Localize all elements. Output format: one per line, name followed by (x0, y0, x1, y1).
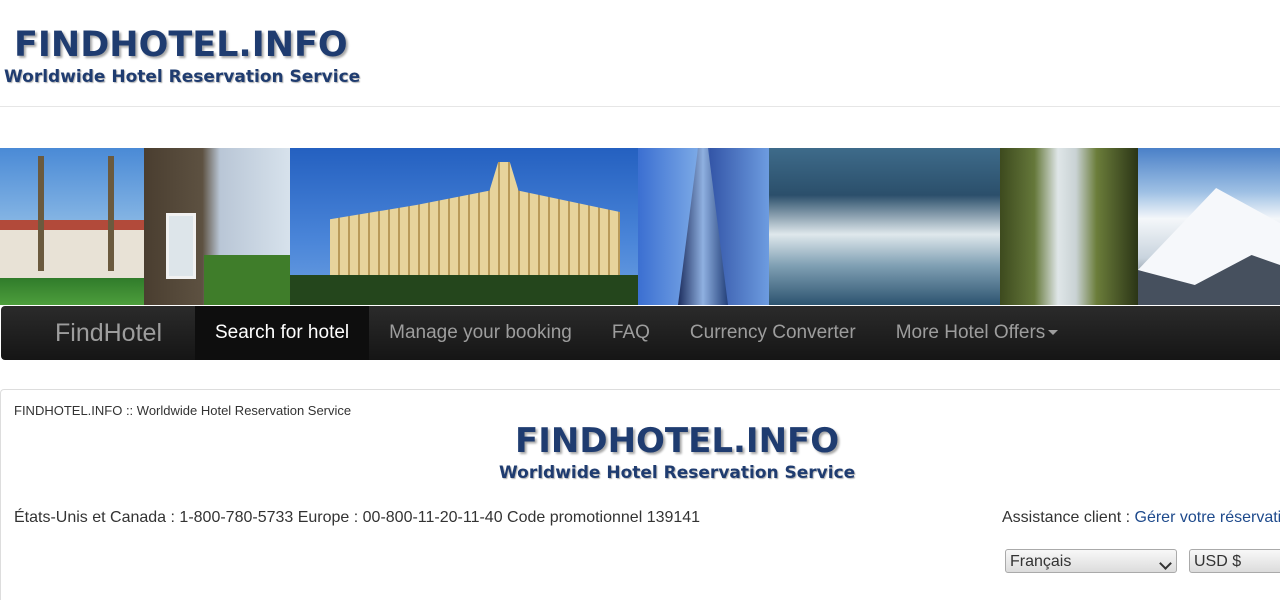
nav-currency-converter[interactable]: Currency Converter (670, 306, 876, 360)
main-navbar: FindHotel Search for hotel Manage your b… (1, 306, 1280, 360)
main-content: FINDHOTEL.INFO :: Worldwide Hotel Reserv… (0, 389, 1280, 600)
nav-more-hotel-offers[interactable]: More Hotel Offers (876, 306, 1079, 360)
nav-manage-booking[interactable]: Manage your booking (369, 306, 592, 360)
currency-select[interactable]: USD $ (1189, 549, 1280, 573)
caret-down-icon (1048, 330, 1059, 336)
currency-select-value: USD $ (1194, 553, 1242, 570)
nav-search-for-hotel[interactable]: Search for hotel (195, 306, 370, 360)
navbar-brand[interactable]: FindHotel (55, 319, 195, 348)
content-logo-title: FINDHOTEL.INFO (515, 421, 840, 461)
content-logo: FINDHOTEL.INFO Worldwide Hotel Reservati… (499, 420, 855, 484)
banner-photo-hotel (290, 148, 638, 305)
chevron-down-icon (1159, 557, 1172, 570)
contact-info: États-Unis et Canada : 1-800-780-5733 Eu… (14, 509, 701, 526)
banner-photo-mountain (1138, 148, 1280, 305)
nav-more-label: More Hotel Offers (895, 322, 1046, 343)
site-header: FINDHOTEL.INFO Worldwide Hotel Reservati… (0, 0, 1280, 107)
content-logo-subtitle: Worldwide Hotel Reservation Service (499, 463, 856, 483)
banner-photo-waterfall (1000, 148, 1138, 305)
breadcrumb: FINDHOTEL.INFO :: Worldwide Hotel Reserv… (14, 403, 352, 418)
banner-photo-waves (769, 148, 1000, 305)
banner-photo-tower (638, 148, 769, 305)
language-select[interactable]: Français (1005, 549, 1177, 573)
site-logo[interactable]: FINDHOTEL.INFO Worldwide Hotel Reservati… (4, 24, 360, 88)
logo-subtitle: Worldwide Hotel Reservation Service (4, 67, 361, 87)
customer-assistance: Assistance client : Gérer votre réservat… (1002, 509, 1280, 527)
banner-photo-villa (0, 148, 144, 305)
banner-photo-stone-house (144, 148, 290, 305)
manage-reservation-link[interactable]: Gérer votre réservation (1135, 509, 1280, 526)
logo-title: FINDHOTEL.INFO (14, 25, 348, 65)
assistance-label: Assistance client : (1002, 509, 1135, 526)
language-select-value: Français (1010, 553, 1072, 570)
banner-image (0, 148, 1280, 305)
nav-faq[interactable]: FAQ (592, 306, 670, 360)
